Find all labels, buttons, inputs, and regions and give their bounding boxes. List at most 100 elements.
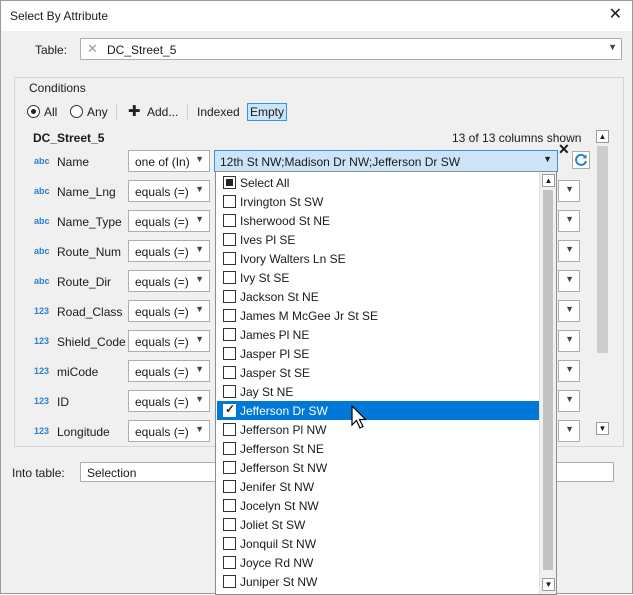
- name-value-select[interactable]: 12th St NW;Madison Dr NW;Jefferson Dr SW…: [214, 150, 558, 172]
- checkbox[interactable]: [223, 518, 236, 531]
- value-select[interactable]: ▼: [558, 330, 580, 352]
- operator-select[interactable]: equals (=) ▼: [128, 300, 210, 322]
- list-item[interactable]: Jefferson Dr SW: [217, 401, 540, 420]
- operator-select[interactable]: equals (=) ▼: [128, 360, 210, 382]
- chevron-down-icon: ▼: [543, 154, 552, 164]
- list-item[interactable]: Jefferson St NW: [217, 458, 540, 477]
- scrollbar-thumb[interactable]: [597, 146, 608, 353]
- list-item[interactable]: James Pl NE: [217, 325, 540, 344]
- operator-select[interactable]: equals (=) ▼: [128, 330, 210, 352]
- checkbox[interactable]: [223, 176, 236, 189]
- conditions-label: Conditions: [27, 81, 88, 95]
- empty-button[interactable]: Empty: [247, 103, 288, 121]
- list-item-label: Jackson St NE: [240, 290, 319, 304]
- operator-text: equals (=): [135, 185, 189, 199]
- operator-select[interactable]: equals (=) ▼: [128, 240, 210, 262]
- list-item[interactable]: Ives Pl SE: [217, 230, 540, 249]
- value-select[interactable]: ▼: [558, 210, 580, 232]
- list-item[interactable]: Jackson St NE: [217, 287, 540, 306]
- checkbox[interactable]: [223, 233, 236, 246]
- value-select[interactable]: ▼: [558, 390, 580, 412]
- checkbox[interactable]: [223, 442, 236, 455]
- checkbox[interactable]: [223, 423, 236, 436]
- any-radio[interactable]: [70, 105, 83, 118]
- list-item[interactable]: Jefferson St NE: [217, 439, 540, 458]
- chevron-down-icon: ▼: [608, 42, 617, 52]
- list-item-label: Jasper St SE: [240, 366, 311, 380]
- operator-select[interactable]: equals (=) ▼: [128, 210, 210, 232]
- scroll-down-button[interactable]: ▼: [596, 422, 609, 435]
- operator-select[interactable]: equals (=) ▼: [128, 270, 210, 292]
- checkbox[interactable]: [223, 537, 236, 550]
- list-item[interactable]: James M McGee Jr St SE: [217, 306, 540, 325]
- operator-select[interactable]: equals (=) ▼: [128, 420, 210, 442]
- list-item[interactable]: Ivory Walters Ln SE: [217, 249, 540, 268]
- list-item[interactable]: Isherwood St NE: [217, 211, 540, 230]
- window-title: Select By Attribute: [10, 9, 109, 23]
- value-select[interactable]: ▼: [558, 300, 580, 322]
- value-select[interactable]: ▼: [558, 270, 580, 292]
- field-name: Road_Class: [57, 305, 123, 319]
- list-item[interactable]: Joyce Rd NW: [217, 553, 540, 572]
- list-item[interactable]: Jocelyn St NW: [217, 496, 540, 515]
- number-field-icon: 123: [34, 336, 50, 346]
- value-select[interactable]: ▼: [558, 180, 580, 202]
- list-item[interactable]: Jasper St SE: [217, 363, 540, 382]
- text-field-icon: abc: [34, 186, 50, 196]
- indexed-button[interactable]: Indexed: [197, 105, 240, 119]
- checkbox[interactable]: [223, 480, 236, 493]
- remove-x-icon[interactable]: ✕: [558, 141, 570, 158]
- table-select[interactable]: ✕ DC_Street_5 ▼: [80, 38, 622, 60]
- checkbox[interactable]: [223, 556, 236, 569]
- list-item[interactable]: Jonquil St NW: [217, 534, 540, 553]
- list-item-label: Ives Pl SE: [240, 233, 296, 247]
- chevron-down-icon: ▼: [195, 304, 204, 314]
- checkbox[interactable]: [223, 347, 236, 360]
- chevron-down-icon: ▼: [195, 424, 204, 434]
- value-dropdown-list[interactable]: Select All Irvington St SW Isherwood St NE…: [215, 171, 557, 595]
- list-item-label: Ivy St SE: [240, 271, 290, 285]
- list-item[interactable]: Jefferson Pl NW: [217, 420, 540, 439]
- list-item[interactable]: Irvington St SW: [217, 192, 540, 211]
- checkbox[interactable]: [223, 290, 236, 303]
- checkbox[interactable]: [223, 461, 236, 474]
- list-item[interactable]: Jasper Pl SE: [217, 344, 540, 363]
- checkbox[interactable]: [223, 575, 236, 588]
- checkbox[interactable]: [223, 214, 236, 227]
- list-item[interactable]: Jay St NE: [217, 382, 540, 401]
- checkbox[interactable]: [223, 366, 236, 379]
- value-select[interactable]: ▼: [558, 360, 580, 382]
- refresh-button[interactable]: [572, 151, 590, 169]
- checkbox[interactable]: [223, 271, 236, 284]
- value-select[interactable]: ▼: [558, 240, 580, 262]
- chevron-down-icon: ▼: [565, 274, 574, 284]
- dropdown-scrollbar[interactable]: ▲ ▼: [539, 172, 556, 594]
- scroll-down-button[interactable]: ▼: [542, 578, 555, 591]
- scrollbar-thumb[interactable]: [543, 190, 553, 570]
- list-item-label: Joliet St SW: [240, 518, 306, 532]
- list-item[interactable]: Juniper St NW: [217, 572, 540, 591]
- checkbox[interactable]: [223, 252, 236, 265]
- list-item[interactable]: Ivy St SE: [217, 268, 540, 287]
- conditions-scrollbar[interactable]: ▲ ▼: [594, 130, 611, 437]
- add-button[interactable]: Add...: [147, 105, 178, 119]
- list-item[interactable]: Joliet St SW: [217, 515, 540, 534]
- checkbox[interactable]: [223, 402, 236, 417]
- checkbox[interactable]: [223, 328, 236, 341]
- checkbox[interactable]: [223, 195, 236, 208]
- value-select[interactable]: ▼: [558, 420, 580, 442]
- operator-select[interactable]: equals (=) ▼: [128, 180, 210, 202]
- checkbox[interactable]: [223, 309, 236, 322]
- close-icon[interactable]: ✕: [609, 5, 622, 25]
- plus-icon[interactable]: ✚: [128, 102, 141, 120]
- operator-select[interactable]: equals (=) ▼: [128, 390, 210, 412]
- all-radio[interactable]: [27, 105, 40, 118]
- scroll-up-button[interactable]: ▲: [542, 174, 555, 187]
- list-item[interactable]: Jenifer St NW: [217, 477, 540, 496]
- checkbox[interactable]: [223, 385, 236, 398]
- checkbox[interactable]: [223, 499, 236, 512]
- scroll-up-button[interactable]: ▲: [596, 130, 609, 143]
- chevron-down-icon: ▼: [195, 184, 204, 194]
- list-item[interactable]: Select All: [217, 173, 540, 192]
- operator-select[interactable]: one of (In) ▼: [128, 150, 210, 172]
